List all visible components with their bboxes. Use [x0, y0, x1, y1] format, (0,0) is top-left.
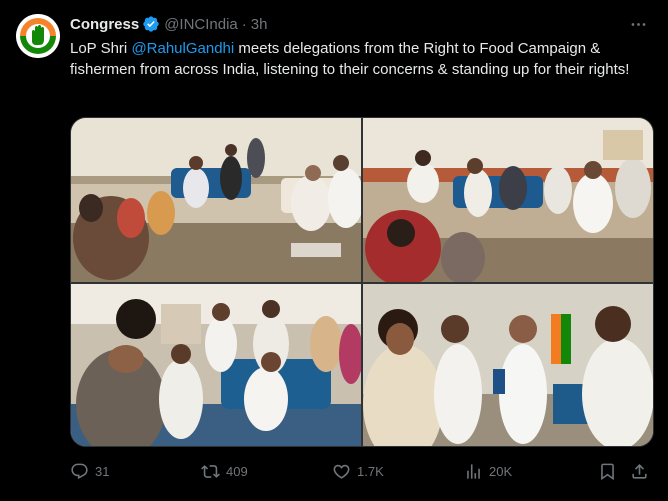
tweet-text-start: LoP Shri	[70, 40, 132, 57]
more-options-button[interactable]	[626, 12, 650, 36]
author-handle[interactable]: @INCIndia	[164, 16, 238, 33]
views-chart-icon	[467, 463, 480, 479]
author-name[interactable]: Congress	[70, 16, 139, 33]
reply-button[interactable]: 31	[70, 458, 109, 484]
views-count: 20K	[489, 463, 513, 479]
tweet-header: Congress @INCIndia · 3h	[70, 14, 267, 34]
photo-1[interactable]	[71, 118, 361, 282]
heart-icon	[333, 464, 350, 479]
repost-button[interactable]: 409	[201, 458, 248, 484]
media-grid	[70, 117, 654, 447]
share-button[interactable]	[630, 458, 655, 484]
photo-4[interactable]	[363, 284, 653, 446]
repost-icon	[201, 464, 220, 478]
action-bar: 31 409 1.7K 20K	[70, 458, 654, 484]
meeting-photo-3	[71, 284, 361, 446]
like-button[interactable]: 1.7K	[332, 458, 384, 484]
meeting-photo-1	[71, 118, 361, 282]
tweet-text: LoP Shri @RahulGandhi meets delegations …	[70, 38, 645, 80]
separator-dot: ·	[241, 15, 247, 33]
photo-3[interactable]	[71, 284, 361, 446]
more-dots-icon	[631, 22, 645, 26]
reply-icon	[71, 463, 88, 479]
congress-hand-logo	[16, 14, 60, 58]
tweet-timestamp[interactable]: 3h	[251, 16, 268, 33]
avatar[interactable]	[16, 14, 60, 58]
bookmark-icon	[601, 463, 614, 480]
meeting-photo-4	[363, 284, 653, 446]
reply-count: 31	[95, 463, 110, 479]
bookmark-button[interactable]	[598, 458, 623, 484]
meeting-photo-2	[363, 118, 653, 282]
views-button[interactable]: 20K	[464, 458, 512, 484]
repost-count: 409	[226, 463, 248, 479]
share-icon	[632, 463, 647, 479]
like-count: 1.7K	[357, 463, 384, 479]
photo-2[interactable]	[363, 118, 653, 282]
mention-link[interactable]: @RahulGandhi	[131, 40, 234, 57]
verified-badge-icon	[143, 16, 159, 32]
